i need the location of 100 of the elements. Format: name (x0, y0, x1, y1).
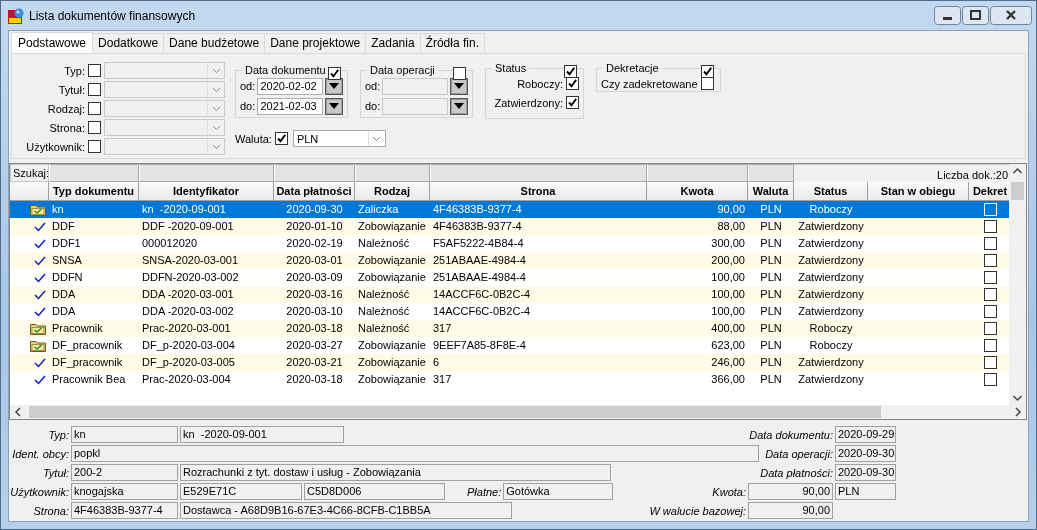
dropdown-button[interactable] (450, 97, 468, 115)
minimize-button[interactable] (934, 6, 961, 25)
tab[interactable]: Dane projektowe (265, 33, 367, 53)
checkbox[interactable] (984, 322, 997, 335)
check-icon (34, 357, 46, 368)
checkbox[interactable] (88, 140, 101, 153)
table-cell-text: Zobowiązanie (357, 270, 427, 285)
scroll-thumb[interactable] (1011, 182, 1024, 200)
column-header[interactable]: Data płatności (274, 182, 355, 201)
date-field[interactable]: 2021-02-03 (257, 97, 323, 115)
filter-field[interactable] (139, 164, 274, 182)
checkbox[interactable] (88, 121, 101, 134)
dropdown-button[interactable] (450, 77, 468, 95)
filter-field[interactable] (49, 164, 139, 182)
table-cell-text: DDA (51, 304, 77, 319)
dropdown-button[interactable] (325, 77, 343, 95)
table-cell-text: SNSA (51, 253, 83, 268)
table-row[interactable]: DF_pracownik DF_p-2020-03-005 2020-03-21 Zobowiązanie 6 246,00 PLN Zatwierdzony (10, 354, 1009, 371)
search-label: Szukaj: (10, 164, 49, 182)
date-field[interactable] (382, 77, 448, 95)
table-cell-text: 251ABAAE-4984-4 (432, 270, 527, 285)
tab[interactable]: Podstawowe (11, 32, 94, 53)
filter-field[interactable] (430, 164, 647, 182)
document-count: Liczba dok.:20 (937, 169, 1009, 182)
table-cell-text: Zatwierdzony (797, 253, 865, 268)
table-row[interactable]: DDA DDA -2020-03-001 2020-03-16 Należność 14ACCF6C-0B2C-4 100,00 PLN Zatwierdzony (10, 286, 1009, 303)
check-icon (34, 289, 46, 300)
check-icon (34, 374, 46, 385)
tab[interactable]: Dane budżetowe (164, 33, 266, 53)
checkbox[interactable] (984, 254, 997, 267)
column-header[interactable]: Status (794, 182, 868, 201)
checkbox[interactable] (984, 339, 997, 352)
column-header[interactable]: Dekret (969, 182, 1012, 201)
column-header[interactable]: Kwota (647, 182, 748, 201)
folder-icon (30, 322, 46, 335)
table-cell-text: DDF1 (51, 236, 82, 251)
checkbox[interactable] (453, 67, 466, 80)
vertical-scrollbar[interactable] (1009, 164, 1026, 405)
dropdown[interactable]: PLN (292, 130, 386, 147)
checkbox[interactable] (328, 67, 341, 80)
table-cell-text: 6 (432, 355, 441, 370)
tab[interactable]: Zadania (366, 33, 421, 53)
table-cell-text: 2020-01-10 (285, 219, 344, 234)
table-cell-text: DDFN (51, 270, 84, 285)
folder-icon (30, 339, 46, 352)
checkbox[interactable] (984, 288, 997, 301)
table-row[interactable]: Pracownik Prac-2020-03-001 2020-03-18 Należność 317 400,00 PLN Roboczy (10, 320, 1009, 337)
checkbox[interactable] (88, 83, 101, 96)
date-field[interactable]: 2020-02-02 (257, 77, 323, 95)
filter-field[interactable] (355, 164, 430, 182)
window-title: Lista dokumentów finansowych (29, 8, 196, 23)
scroll-thumb[interactable] (29, 406, 881, 418)
table-cell-text: F5AF5222-4B84-4 (432, 236, 525, 251)
checkbox[interactable] (984, 373, 997, 386)
column-header[interactable]: Rodzaj (355, 182, 430, 201)
table-row[interactable]: SNSA SNSA-2020-03-001 2020-03-01 Zobowiązanie 251ABAAE-4984-4 200,00 PLN Zatwierdzony (10, 252, 1009, 269)
checkbox[interactable] (701, 65, 714, 78)
column-header[interactable]: Strona (430, 182, 647, 201)
value-field: Dostawca - A68D9B16-67E3-4C66-8CFB-C1BB5A (180, 502, 512, 519)
field-label: od: (365, 80, 381, 92)
horizontal-scrollbar[interactable] (10, 405, 1026, 419)
checkbox[interactable] (984, 305, 997, 318)
column-header[interactable]: Waluta (748, 182, 794, 201)
filter-field[interactable] (274, 164, 355, 182)
column-header[interactable]: Typ dokumentu (49, 182, 139, 201)
column-header[interactable]: Identyfikator (139, 182, 274, 201)
tab[interactable]: Dodatkowe (93, 33, 165, 53)
table-cell-text: 2020-09-30 (285, 202, 344, 217)
checkbox[interactable] (984, 220, 997, 233)
checkbox[interactable] (566, 96, 579, 109)
table-cell-text: 100,00 (710, 287, 746, 302)
checkbox[interactable] (274, 132, 288, 145)
close-button[interactable] (990, 6, 1032, 25)
table-row[interactable]: DDF DDF -2020-09-001 2020-01-10 Zobowiązanie 4F46383B-9377-4 88,00 PLN Zatwierdzony (10, 218, 1009, 235)
dropdown-button[interactable] (325, 97, 343, 115)
table-cell-text: 200,00 (710, 253, 746, 268)
checkbox[interactable] (984, 237, 997, 250)
filter-field[interactable] (748, 164, 794, 182)
checkbox[interactable] (984, 356, 997, 369)
date-field[interactable] (382, 97, 448, 115)
table-cell-text: Zobowiązanie (357, 355, 427, 370)
maximize-button[interactable] (962, 6, 989, 25)
table-cell-text: Zatwierdzony (797, 372, 865, 387)
checkbox[interactable] (984, 271, 997, 284)
checkbox[interactable] (88, 102, 101, 115)
column-header[interactable]: Stan w obiegu (868, 182, 969, 201)
table-cell-text: 2020-03-10 (285, 304, 344, 319)
field-label: Kwota: (712, 485, 746, 498)
check-icon (34, 238, 46, 249)
header-corner (10, 182, 49, 201)
table-cell-text: DDFN-2020-03-002 (141, 270, 240, 285)
tab[interactable]: Źródła fin. (420, 33, 485, 53)
table-cell-text: 14ACCF6C-0B2C-4 (432, 304, 532, 319)
table-row[interactable]: kn kn -2020-09-001 2020-09-30 Zaliczka 4F46383B-9377-4 90,00 PLN Roboczy (10, 201, 1009, 218)
checkbox[interactable] (564, 65, 577, 78)
table-cell-text: 251ABAAE-4984-4 (432, 253, 527, 268)
option-label: Czy zadekretowane (601, 77, 698, 90)
checkbox[interactable] (88, 64, 101, 77)
table-cell-text: Należność (357, 304, 411, 319)
filter-field[interactable] (647, 164, 748, 182)
